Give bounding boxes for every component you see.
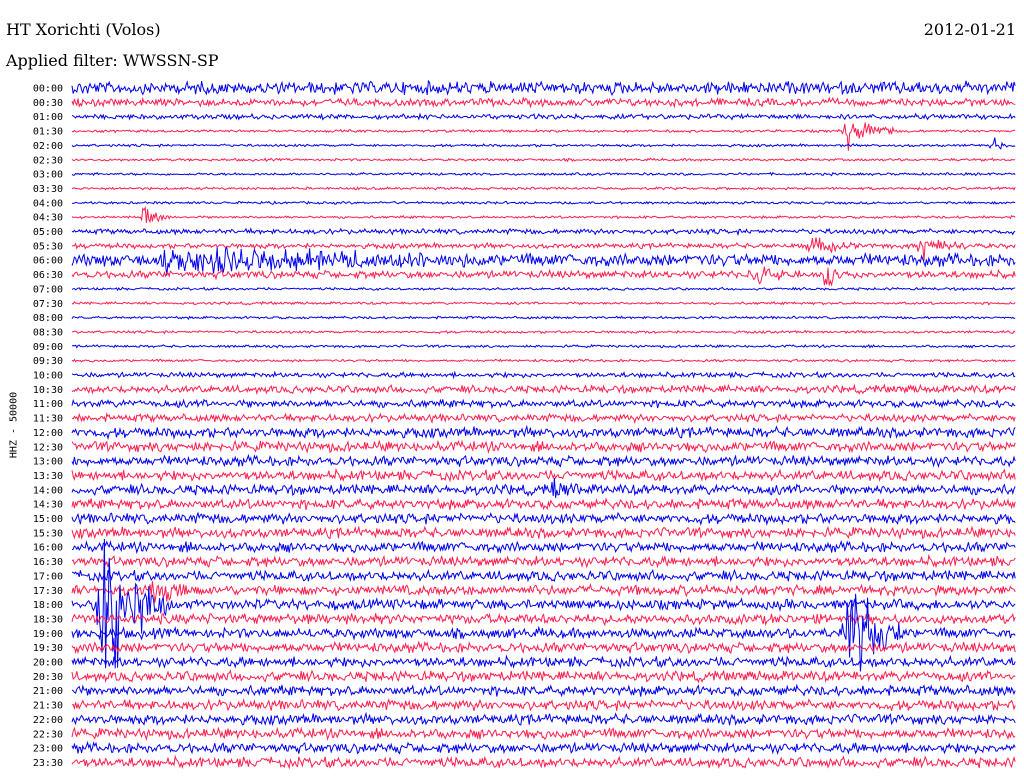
- seismic-trace-row: [71, 424, 1016, 441]
- time-tick-label: 08:00: [33, 313, 63, 324]
- seismic-trace-row: [71, 740, 1016, 755]
- seismic-trace-row: [71, 439, 1016, 454]
- time-tick-label: 10:00: [33, 371, 63, 382]
- time-tick-label: 01:00: [33, 112, 63, 123]
- seismic-trace-row: [71, 581, 1016, 603]
- seismic-trace-row: [71, 612, 1016, 627]
- seismic-trace-row: [71, 205, 1016, 224]
- time-tick-label: 19:30: [33, 643, 63, 654]
- time-tick-label: 12:00: [33, 428, 63, 439]
- time-tick-label: 12:30: [33, 442, 63, 453]
- time-tick-label: 15:00: [33, 514, 63, 525]
- seismic-trace-row: [71, 227, 1016, 237]
- time-tick-label: 07:00: [33, 284, 63, 295]
- seismic-trace-row: [71, 112, 1016, 121]
- time-tick-label: 00:00: [33, 84, 63, 95]
- time-tick-label: 22:00: [33, 715, 63, 726]
- seismic-trace-row: [71, 497, 1016, 511]
- seismic-trace-row: [71, 171, 1016, 177]
- seismic-trace-row: [71, 383, 1016, 396]
- seismic-trace-row: [71, 79, 1016, 96]
- seismic-trace-row: [71, 754, 1016, 770]
- time-tick-label: 23:00: [33, 744, 63, 755]
- time-tick-label: 01:30: [33, 127, 63, 138]
- time-tick-label: 07:30: [33, 299, 63, 310]
- seismic-trace-row: [71, 300, 1016, 306]
- seismic-trace-row: [71, 186, 1016, 191]
- seismic-trace-row: [71, 315, 1016, 321]
- time-tick-label: 18:30: [33, 614, 63, 625]
- time-tick-label: 06:00: [33, 256, 63, 267]
- time-tick-labels: 00:00 00:30 01:00 01:30 02:00 02:30 03:00 03:30…: [33, 84, 63, 769]
- time-tick-label: 00:30: [33, 98, 63, 109]
- time-tick-label: 17:00: [33, 571, 63, 582]
- time-tick-label: 03:30: [33, 184, 63, 195]
- time-tick-label: 05:30: [33, 241, 63, 252]
- seismic-trace-row: [71, 477, 1016, 498]
- time-tick-label: 21:30: [33, 701, 63, 712]
- time-tick-label: 04:00: [33, 198, 63, 209]
- time-tick-label: 14:00: [33, 485, 63, 496]
- seismic-trace-row: [71, 726, 1016, 741]
- time-tick-label: 13:00: [33, 457, 63, 468]
- time-tick-label: 21:00: [33, 686, 63, 697]
- seismic-trace-row: [71, 358, 1016, 364]
- time-tick-label: 16:00: [33, 543, 63, 554]
- seismic-trace-row: [71, 343, 1016, 349]
- time-tick-label: 03:00: [33, 170, 63, 181]
- time-tick-label: 13:30: [33, 471, 63, 482]
- helicorder-plot: 00:00 00:30 01:00 01:30 02:00 02:30 03:00 03:30…: [33, 79, 1016, 770]
- time-tick-label: 20:30: [33, 672, 63, 683]
- seismic-trace-row: [71, 329, 1016, 335]
- time-tick-label: 11:30: [33, 414, 63, 425]
- seismic-trace-row: [71, 711, 1016, 727]
- seismic-trace-row: [71, 286, 1016, 292]
- time-tick-label: 17:30: [33, 586, 63, 597]
- time-tick-label: 14:30: [33, 500, 63, 511]
- time-tick-label: 09:30: [33, 356, 63, 367]
- seismic-trace-row: [71, 539, 1016, 555]
- seismic-trace-row: [71, 137, 1016, 150]
- seismic-trace-row: [71, 246, 1016, 276]
- time-tick-label: 02:00: [33, 141, 63, 152]
- time-tick-label: 05:00: [33, 227, 63, 238]
- seismic-trace-row: [71, 669, 1016, 684]
- seismic-traces: [71, 79, 1016, 770]
- seismic-trace-row: [71, 157, 1016, 163]
- seismic-trace-row: [71, 398, 1016, 410]
- time-tick-label: 16:30: [33, 557, 63, 568]
- seismic-trace-row: [71, 698, 1016, 713]
- seismic-trace-row: [71, 122, 1016, 151]
- seismic-trace-row: [71, 370, 1016, 380]
- seismic-trace-row: [71, 453, 1016, 468]
- seismic-trace-row: [71, 654, 1016, 670]
- seismic-trace-row: [71, 96, 1016, 109]
- time-tick-label: 23:30: [33, 758, 63, 769]
- time-tick-label: 18:00: [33, 600, 63, 611]
- seismic-trace-row: [71, 467, 1016, 483]
- time-tick-label: 20:00: [33, 658, 63, 669]
- time-tick-label: 22:30: [33, 729, 63, 740]
- seismic-trace-row: [71, 553, 1016, 569]
- seismic-trace-row: [71, 200, 1016, 206]
- time-tick-label: 11:00: [33, 399, 63, 410]
- seismic-trace-row: [71, 511, 1016, 527]
- time-tick-label: 15:30: [33, 528, 63, 539]
- seismic-trace-row: [71, 683, 1016, 698]
- time-tick-label: 08:30: [33, 327, 63, 338]
- time-tick-label: 19:00: [33, 629, 63, 640]
- seismic-trace-row: [71, 568, 1016, 584]
- seismic-trace-row: [71, 525, 1016, 540]
- time-tick-label: 04:30: [33, 213, 63, 224]
- seismic-trace-row: [71, 412, 1016, 425]
- time-tick-label: 06:30: [33, 270, 63, 281]
- time-tick-label: 09:00: [33, 342, 63, 353]
- time-tick-label: 02:30: [33, 155, 63, 166]
- time-tick-label: 10:30: [33, 385, 63, 396]
